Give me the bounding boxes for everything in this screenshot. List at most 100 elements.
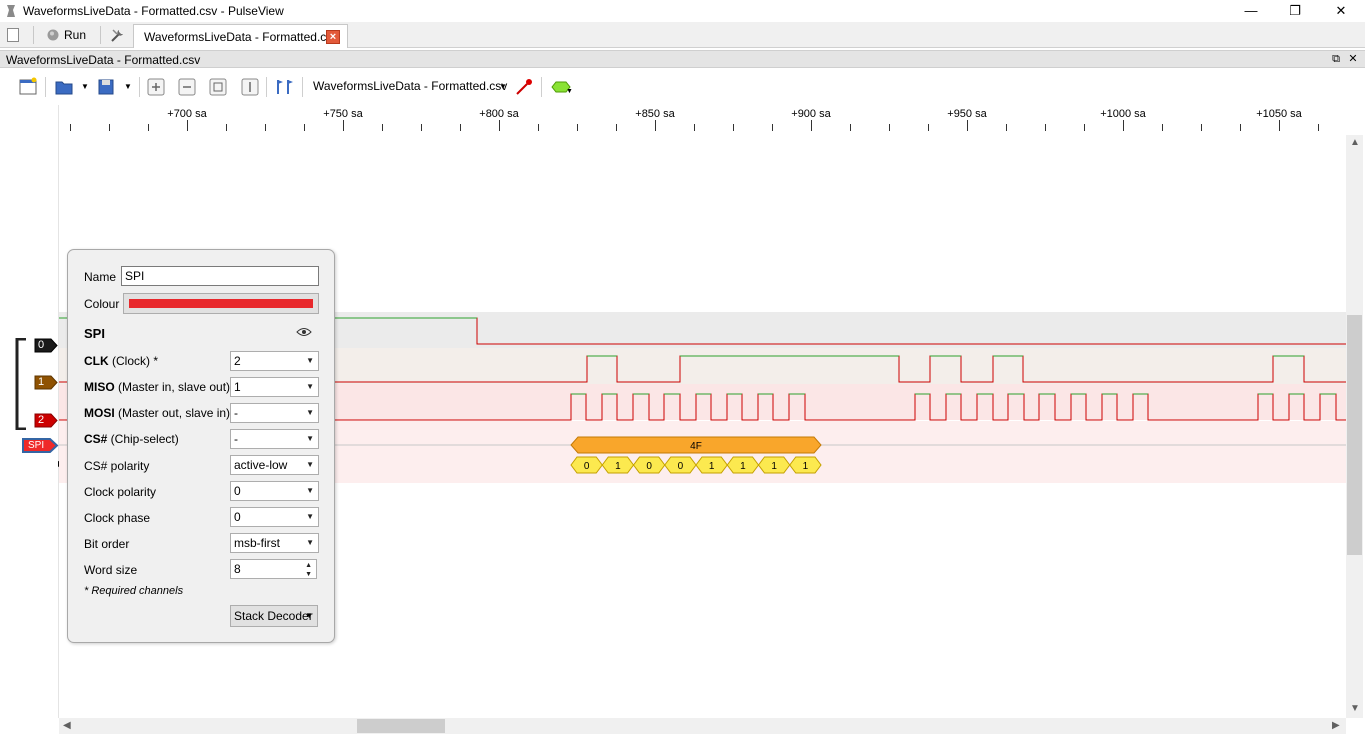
clock-phase-select[interactable]: 0 ▼ <box>230 507 319 527</box>
bit-annotation[interactable]: 1 <box>601 456 635 474</box>
word-size-spinbox[interactable]: 8 ▲ ▼ <box>230 559 317 579</box>
chevron-down-icon: ▼ <box>306 460 314 469</box>
zoom-one-to-one-icon[interactable] <box>240 77 260 97</box>
vertical-scrollbar[interactable]: ▲ ▼ <box>1346 135 1363 718</box>
show-cursors-icon[interactable] <box>274 77 294 97</box>
horizontal-scroll-thumb[interactable] <box>357 719 445 733</box>
open-dropdown-icon[interactable]: ▼ <box>81 82 89 91</box>
add-decoder-dropdown-icon[interactable]: ▼ <box>566 88 573 95</box>
bit-annotation[interactable]: 0 <box>570 456 603 474</box>
clk-channel-select[interactable]: 2 ▼ <box>230 351 319 371</box>
chevron-down-icon: ▼ <box>306 356 314 365</box>
miso-channel-select[interactable]: 1 ▼ <box>230 377 319 397</box>
dock-title-bar: WaveformsLiveData - Formatted.csv ⧉ ✕ <box>0 50 1365 68</box>
scroll-right-icon[interactable]: ▶ <box>1332 720 1340 731</box>
zoom-out-icon[interactable] <box>177 77 197 97</box>
new-session-icon[interactable] <box>7 28 19 42</box>
bit-annotation[interactable]: 0 <box>664 456 697 474</box>
decoder-spi-label[interactable]: SPI <box>21 437 59 454</box>
bit-annotation-label: 1 <box>709 461 715 472</box>
settings-tools-icon[interactable] <box>110 27 126 43</box>
decoder-name-input[interactable] <box>121 266 319 286</box>
bit-annotation[interactable]: 1 <box>757 456 791 474</box>
cs-channel-select[interactable]: - ▼ <box>230 429 319 449</box>
spin-down-icon[interactable]: ▼ <box>305 566 312 584</box>
chevron-down-icon: ▼ <box>306 486 314 495</box>
stack-decoder-button[interactable]: Stack Decoder ▼ <box>230 605 318 627</box>
pulseview-app-icon <box>7 5 15 17</box>
session-selector[interactable]: WaveformsLiveData - Formatted.csv <box>313 79 507 93</box>
new-view-icon[interactable] <box>18 77 38 97</box>
name-label: Name <box>84 270 117 284</box>
maximize-button[interactable]: ❐ <box>1272 0 1318 22</box>
mosi-channel-select[interactable]: - ▼ <box>230 403 319 423</box>
probe-configure-icon[interactable] <box>514 77 534 97</box>
ruler-label: +900 sa <box>791 108 831 120</box>
channel-2-label[interactable]: 2 <box>34 413 59 428</box>
required-channels-note: * Required channels <box>84 585 184 597</box>
channel-1-label[interactable]: 1 <box>34 375 59 390</box>
chevron-down-icon: ▼ <box>306 434 314 443</box>
channel-header-panel: 0 1 2 SPI ▶ <box>0 105 64 718</box>
clk-row-label: CLK (Clock) * <box>84 354 159 368</box>
bit-annotation-label: 1 <box>803 461 809 472</box>
scroll-down-icon[interactable]: ▼ <box>1350 703 1360 714</box>
run-label: Run <box>64 28 87 42</box>
bit-annotation-label: 0 <box>584 461 590 472</box>
clock-polarity-label: Clock polarity <box>84 485 157 499</box>
channel-group-bracket <box>15 338 26 430</box>
bit-annotation-label: 0 <box>646 461 652 472</box>
float-dock-icon[interactable]: ⧉ <box>1329 52 1343 66</box>
bit-annotation[interactable]: 1 <box>695 456 728 474</box>
ruler-label: +800 sa <box>479 108 519 120</box>
time-ruler[interactable]: +700 sa +750 sa +800 sa +850 sa +900 sa … <box>59 105 1346 135</box>
colour-swatch <box>129 299 313 308</box>
chevron-down-icon: ▼ <box>306 538 314 547</box>
cs-row-label: CS# (Chip-select) <box>84 432 179 446</box>
bit-annotation-label: 1 <box>615 461 621 472</box>
colour-picker-button[interactable] <box>123 293 319 314</box>
bit-annotation[interactable]: 1 <box>726 456 760 474</box>
bit-annotation-label: 0 <box>678 461 684 472</box>
bit-annotation-label: 1 <box>740 461 746 472</box>
chevron-down-icon: ▼ <box>306 512 314 521</box>
close-dock-icon[interactable]: ✕ <box>1346 52 1360 66</box>
ruler-label: +950 sa <box>947 108 987 120</box>
colour-label: Colour <box>84 297 120 311</box>
minimize-button[interactable]: — <box>1228 0 1274 22</box>
decoder-properties-popup: Name Colour SPI CLK (Clock) * 2▼ MISO (M… <box>67 249 335 643</box>
session-tab[interactable]: WaveformsLiveData - Formatted.csv × <box>133 24 348 48</box>
word-size-label: Word size <box>84 563 138 577</box>
chevron-down-icon: ▼ <box>306 408 314 417</box>
vertical-scroll-thumb[interactable] <box>1347 315 1362 555</box>
ruler-label: +750 sa <box>323 108 363 120</box>
ruler-label: +1000 sa <box>1100 108 1146 120</box>
close-tab-icon[interactable]: × <box>326 30 340 44</box>
save-dropdown-icon[interactable]: ▼ <box>124 82 132 91</box>
bit-annotation[interactable]: 1 <box>789 456 822 474</box>
bit-order-select[interactable]: msb-first ▼ <box>230 533 319 553</box>
cs-polarity-select[interactable]: active-low ▼ <box>230 455 319 475</box>
save-file-icon[interactable] <box>96 77 116 97</box>
bit-order-label: Bit order <box>84 537 130 551</box>
run-icon <box>47 29 59 41</box>
zoom-fit-icon[interactable] <box>208 77 228 97</box>
bit-annotation-label: 1 <box>771 461 777 472</box>
clock-polarity-select[interactable]: 0 ▼ <box>230 481 319 501</box>
bit-annotation[interactable]: 0 <box>632 456 666 474</box>
cs-polarity-label: CS# polarity <box>84 459 150 473</box>
close-window-button[interactable]: ✕ <box>1318 0 1364 22</box>
zoom-in-icon[interactable] <box>146 77 166 97</box>
main-toolbar: ▼ ▼ WaveformsLiveData - Formatted.csv ▼ … <box>0 69 1365 105</box>
show-hide-eye-icon[interactable] <box>296 327 312 337</box>
scroll-up-icon[interactable]: ▲ <box>1350 137 1360 148</box>
window-title: WaveformsLiveData - Formatted.csv - Puls… <box>23 4 284 18</box>
channel-0-label[interactable]: 0 <box>34 338 59 353</box>
open-file-icon[interactable] <box>54 77 74 97</box>
scroll-left-icon[interactable]: ◀ <box>63 720 71 731</box>
mosi-row-label: MOSI (Master out, slave in) <box>84 406 231 420</box>
horizontal-scrollbar[interactable]: ◀ ▶ <box>59 718 1346 734</box>
chevron-down-icon: ▼ <box>306 382 314 391</box>
dock-title: WaveformsLiveData - Formatted.csv <box>6 53 201 67</box>
session-selector-dropdown-icon[interactable]: ▼ <box>499 82 507 91</box>
